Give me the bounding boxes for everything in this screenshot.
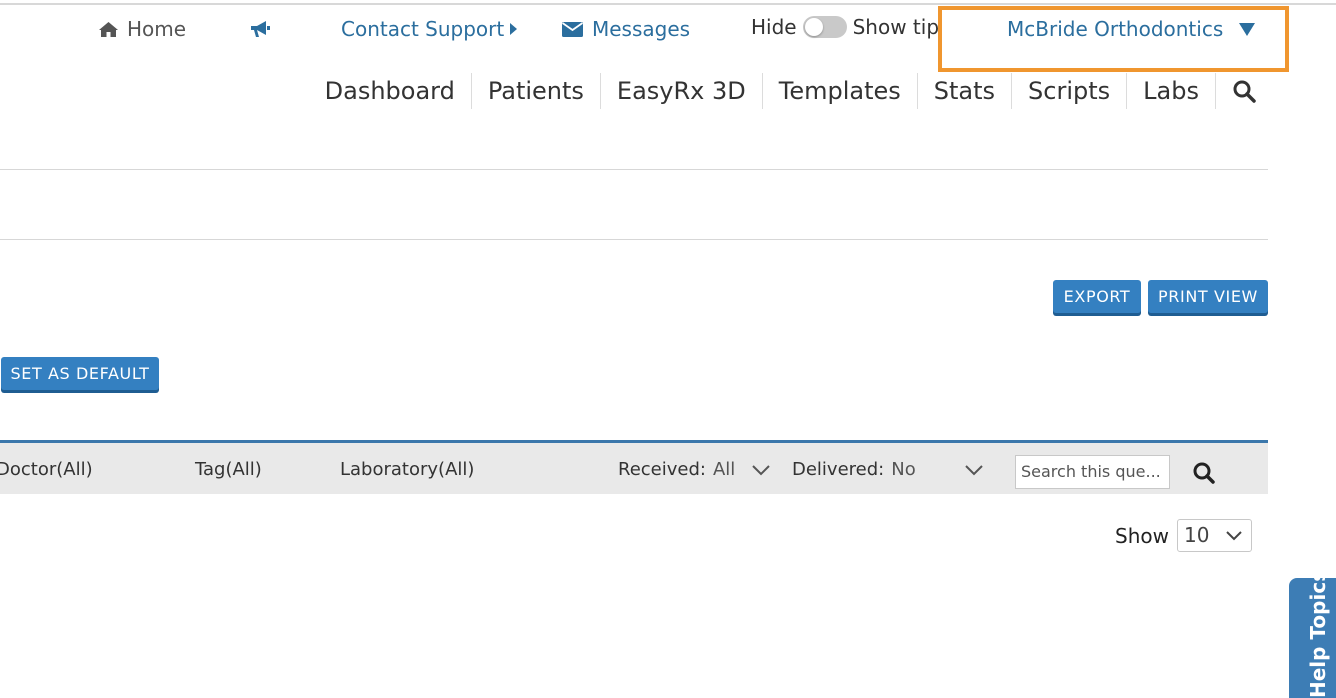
export-button[interactable]: EXPORT [1053, 280, 1141, 313]
home-label: Home [127, 17, 187, 41]
home-icon [99, 21, 118, 37]
home-link[interactable]: Home [98, 14, 186, 44]
tag-filter[interactable]: Tag(All) [195, 459, 262, 481]
print-view-button[interactable]: PRINT VIEW [1148, 280, 1268, 313]
tips-toggle[interactable] [802, 16, 847, 38]
divider [0, 169, 1268, 170]
chevron-down-icon [1226, 531, 1242, 541]
messages-label: Messages [592, 17, 691, 41]
toggle-knob [804, 18, 823, 36]
contact-support-link[interactable]: Contact Support [341, 14, 518, 44]
nav-search-button[interactable] [1216, 73, 1266, 109]
delivered-label: Delivered: [792, 459, 885, 480]
queue-search-button[interactable] [1192, 461, 1216, 489]
delivered-filter[interactable]: Delivered: No [792, 459, 984, 481]
doctor-filter[interactable]: Doctor(All) [0, 459, 93, 481]
delivered-value: No [891, 459, 916, 480]
received-value: All [712, 459, 736, 480]
nav-labs[interactable]: Labs [1127, 73, 1216, 109]
page: Home Contact Support Messages Hide Show … [0, 0, 1336, 698]
received-label: Received: [618, 459, 706, 480]
tips-toggle-group: Hide Show tip [751, 12, 939, 42]
nav-easyrx-3d[interactable]: EasyRx 3D [601, 73, 763, 109]
messages-link[interactable]: Messages [562, 14, 690, 44]
nav-patients[interactable]: Patients [472, 73, 601, 109]
received-filter[interactable]: Received: All [618, 459, 771, 481]
nav-stats[interactable]: Stats [918, 73, 1013, 109]
divider [0, 239, 1268, 240]
nav-templates[interactable]: Templates [763, 73, 918, 109]
chevron-down-icon [965, 465, 983, 476]
nav-dashboard[interactable]: Dashboard [309, 73, 472, 109]
nav-scripts[interactable]: Scripts [1012, 73, 1128, 109]
chevron-down-icon [752, 465, 771, 476]
queue-search-input[interactable]: Search this que... [1015, 455, 1170, 489]
set-as-default-button[interactable]: SET AS DEFAULT [1, 357, 159, 390]
help-topics-label[interactable]: Help Topics [1303, 570, 1333, 698]
laboratory-filter[interactable]: Laboratory(All) [340, 459, 474, 481]
top-border [0, 3, 1336, 5]
filter-bar: Doctor(All) Tag(All) Laboratory(All) Rec… [0, 440, 1268, 494]
search-icon [1193, 462, 1215, 484]
announcements-button[interactable] [249, 19, 271, 39]
caret-right-icon [510, 23, 518, 35]
tips-show-label: Show tip [852, 15, 940, 39]
page-size-select[interactable]: 10 [1177, 519, 1252, 552]
page-size-value: 10 [1184, 523, 1210, 547]
caret-down-icon[interactable] [1239, 23, 1255, 36]
tips-hide-label: Hide [751, 15, 797, 39]
search-icon [1233, 80, 1256, 103]
megaphone-icon [251, 21, 270, 37]
envelope-icon [562, 21, 583, 37]
show-label: Show [1115, 524, 1169, 548]
contact-support-label: Contact Support [341, 17, 505, 41]
main-nav: Dashboard Patients EasyRx 3D Templates S… [309, 73, 1266, 109]
practice-selector[interactable]: McBride Orthodontics [1007, 14, 1223, 44]
